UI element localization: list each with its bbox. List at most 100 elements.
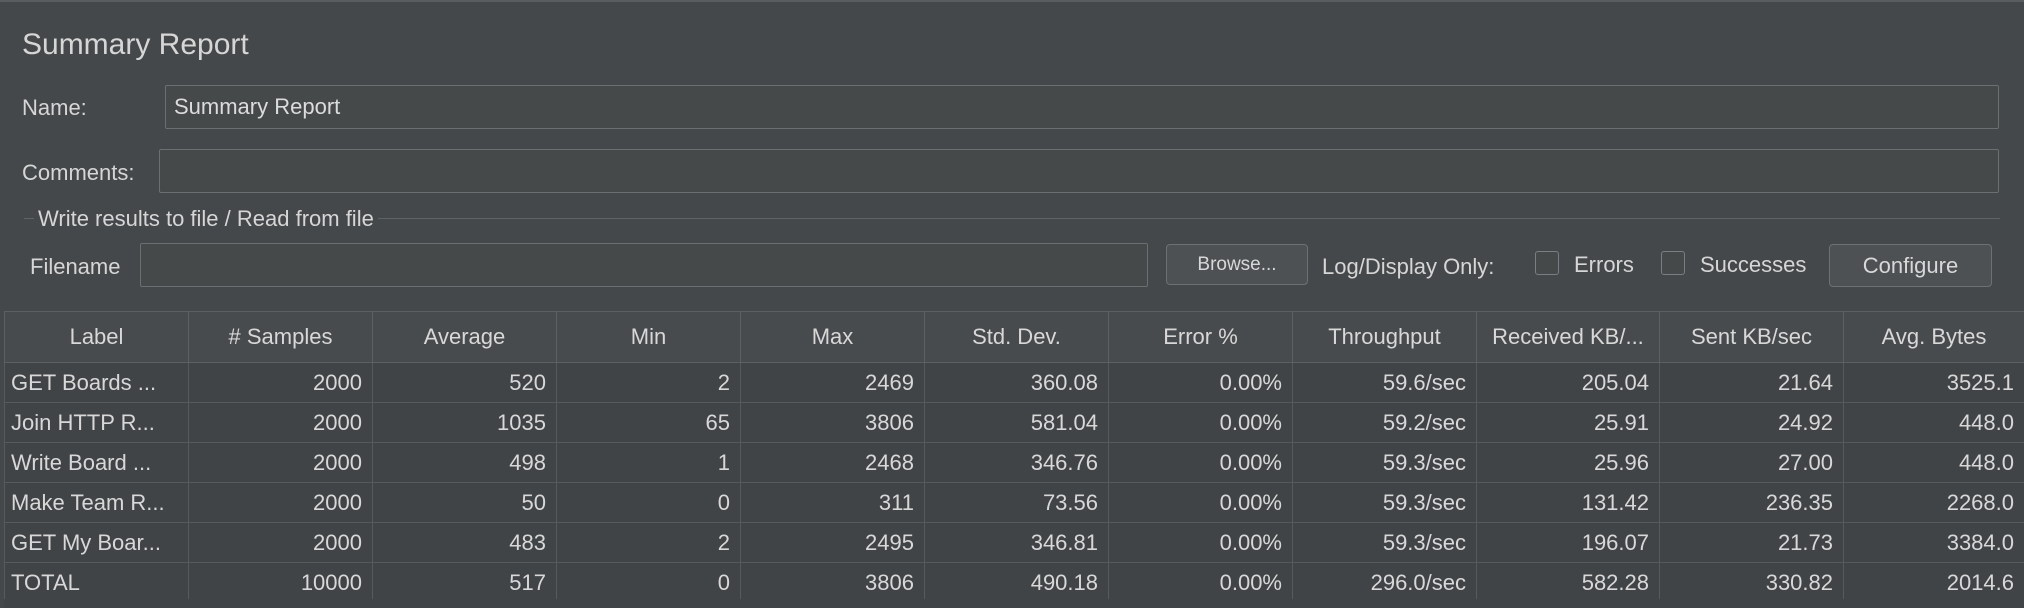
table-cell: 311: [741, 483, 925, 523]
table-cell: GET My Boar...: [5, 523, 189, 563]
filename-label: Filename: [30, 254, 120, 280]
table-cell: 2000: [189, 523, 373, 563]
table-empty-area: [4, 599, 2024, 608]
column-header-label[interactable]: Label: [5, 312, 189, 363]
table-cell: 59.3/sec: [1293, 443, 1477, 483]
table-cell: 346.76: [925, 443, 1109, 483]
configure-button[interactable]: Configure: [1829, 244, 1992, 287]
table-cell: 25.91: [1477, 403, 1660, 443]
table-cell: 0: [557, 563, 741, 603]
log-display-only-label: Log/Display Only:: [1322, 254, 1494, 280]
successes-checkbox[interactable]: [1661, 251, 1685, 275]
table-cell: 448.0: [1844, 403, 2024, 443]
table-cell: 3384.0: [1844, 523, 2024, 563]
table-cell: 2000: [189, 403, 373, 443]
table-cell: 346.81: [925, 523, 1109, 563]
browse-button[interactable]: Browse...: [1166, 244, 1308, 285]
table-cell: 59.3/sec: [1293, 483, 1477, 523]
table-cell: 2000: [189, 483, 373, 523]
table-cell: 59.2/sec: [1293, 403, 1477, 443]
table-cell: 236.35: [1660, 483, 1844, 523]
table-cell: 3806: [741, 563, 925, 603]
table-cell: 25.96: [1477, 443, 1660, 483]
table-cell: GET Boards ...: [5, 363, 189, 403]
table-cell: 21.64: [1660, 363, 1844, 403]
column-header-avg-bytes[interactable]: Avg. Bytes: [1844, 312, 2024, 363]
column-header-sent-kb[interactable]: Sent KB/sec: [1660, 312, 1844, 363]
table-cell: 65: [557, 403, 741, 443]
table-cell: 582.28: [1477, 563, 1660, 603]
table-cell: 2000: [189, 363, 373, 403]
name-label: Name:: [22, 95, 87, 121]
table-cell: 2: [557, 363, 741, 403]
table-cell: 490.18: [925, 563, 1109, 603]
table-cell: 10000: [189, 563, 373, 603]
table-cell: 330.82: [1660, 563, 1844, 603]
name-field[interactable]: [165, 85, 1999, 129]
table-cell: 2014.6: [1844, 563, 2024, 603]
table-cell: 0.00%: [1109, 403, 1293, 443]
table-cell: 581.04: [925, 403, 1109, 443]
table-cell: 73.56: [925, 483, 1109, 523]
table-row[interactable]: GET My Boar... 2000 483 2 2495 346.81 0.…: [5, 523, 2024, 563]
table-cell: 1: [557, 443, 741, 483]
table-cell: 131.42: [1477, 483, 1660, 523]
table-cell: 1035: [373, 403, 557, 443]
table-cell: 296.0/sec: [1293, 563, 1477, 603]
table-cell: 196.07: [1477, 523, 1660, 563]
file-group-title: Write results to file / Read from file: [34, 206, 378, 232]
table-cell: 59.3/sec: [1293, 523, 1477, 563]
table-cell: 448.0: [1844, 443, 2024, 483]
column-header-std-dev[interactable]: Std. Dev.: [925, 312, 1109, 363]
column-header-max[interactable]: Max: [741, 312, 925, 363]
table-cell: 2495: [741, 523, 925, 563]
column-header-min[interactable]: Min: [557, 312, 741, 363]
comments-label: Comments:: [22, 160, 134, 186]
table-row[interactable]: Join HTTP R... 2000 1035 65 3806 581.04 …: [5, 403, 2024, 443]
table-row[interactable]: Write Board ... 2000 498 1 2468 346.76 0…: [5, 443, 2024, 483]
summary-table: Label # Samples Average Min Max Std. Dev…: [4, 311, 2024, 603]
table-cell: 2000: [189, 443, 373, 483]
table-cell: Make Team R...: [5, 483, 189, 523]
table-cell: 2268.0: [1844, 483, 2024, 523]
table-cell: 0.00%: [1109, 483, 1293, 523]
table-cell: 0.00%: [1109, 443, 1293, 483]
table-cell: 2468: [741, 443, 925, 483]
column-header-average[interactable]: Average: [373, 312, 557, 363]
column-header-error-percent[interactable]: Error %: [1109, 312, 1293, 363]
table-cell: 0.00%: [1109, 523, 1293, 563]
table-cell: 483: [373, 523, 557, 563]
table-cell: 2469: [741, 363, 925, 403]
table-cell: 0: [557, 483, 741, 523]
table-cell: 3806: [741, 403, 925, 443]
column-header-throughput[interactable]: Throughput: [1293, 312, 1477, 363]
table-cell: 2: [557, 523, 741, 563]
table-cell: Write Board ...: [5, 443, 189, 483]
table-cell: 0.00%: [1109, 363, 1293, 403]
table-cell: 498: [373, 443, 557, 483]
table-row-total[interactable]: TOTAL 10000 517 0 3806 490.18 0.00% 296.…: [5, 563, 2024, 603]
column-header-samples[interactable]: # Samples: [189, 312, 373, 363]
table-cell: 517: [373, 563, 557, 603]
table-cell: 27.00: [1660, 443, 1844, 483]
filename-field[interactable]: [140, 243, 1148, 287]
successes-label: Successes: [1700, 252, 1806, 278]
table-cell: 205.04: [1477, 363, 1660, 403]
table-cell: Join HTTP R...: [5, 403, 189, 443]
table-row[interactable]: Make Team R... 2000 50 0 311 73.56 0.00%…: [5, 483, 2024, 523]
table-cell: 520: [373, 363, 557, 403]
errors-label: Errors: [1574, 252, 1634, 278]
table-cell: 59.6/sec: [1293, 363, 1477, 403]
table-cell: 0.00%: [1109, 563, 1293, 603]
table-row[interactable]: GET Boards ... 2000 520 2 2469 360.08 0.…: [5, 363, 2024, 403]
summary-report-panel: Summary Report Name: Comments: Write res…: [0, 0, 2024, 606]
column-header-received-kb[interactable]: Received KB/...: [1477, 312, 1660, 363]
table-header-row: Label # Samples Average Min Max Std. Dev…: [5, 312, 2024, 363]
table-cell: 21.73: [1660, 523, 1844, 563]
table-cell: TOTAL: [5, 563, 189, 603]
panel-title: Summary Report: [22, 28, 249, 62]
errors-checkbox[interactable]: [1535, 251, 1559, 275]
table-cell: 3525.1: [1844, 363, 2024, 403]
table-cell: 360.08: [925, 363, 1109, 403]
comments-field[interactable]: [159, 149, 1999, 193]
